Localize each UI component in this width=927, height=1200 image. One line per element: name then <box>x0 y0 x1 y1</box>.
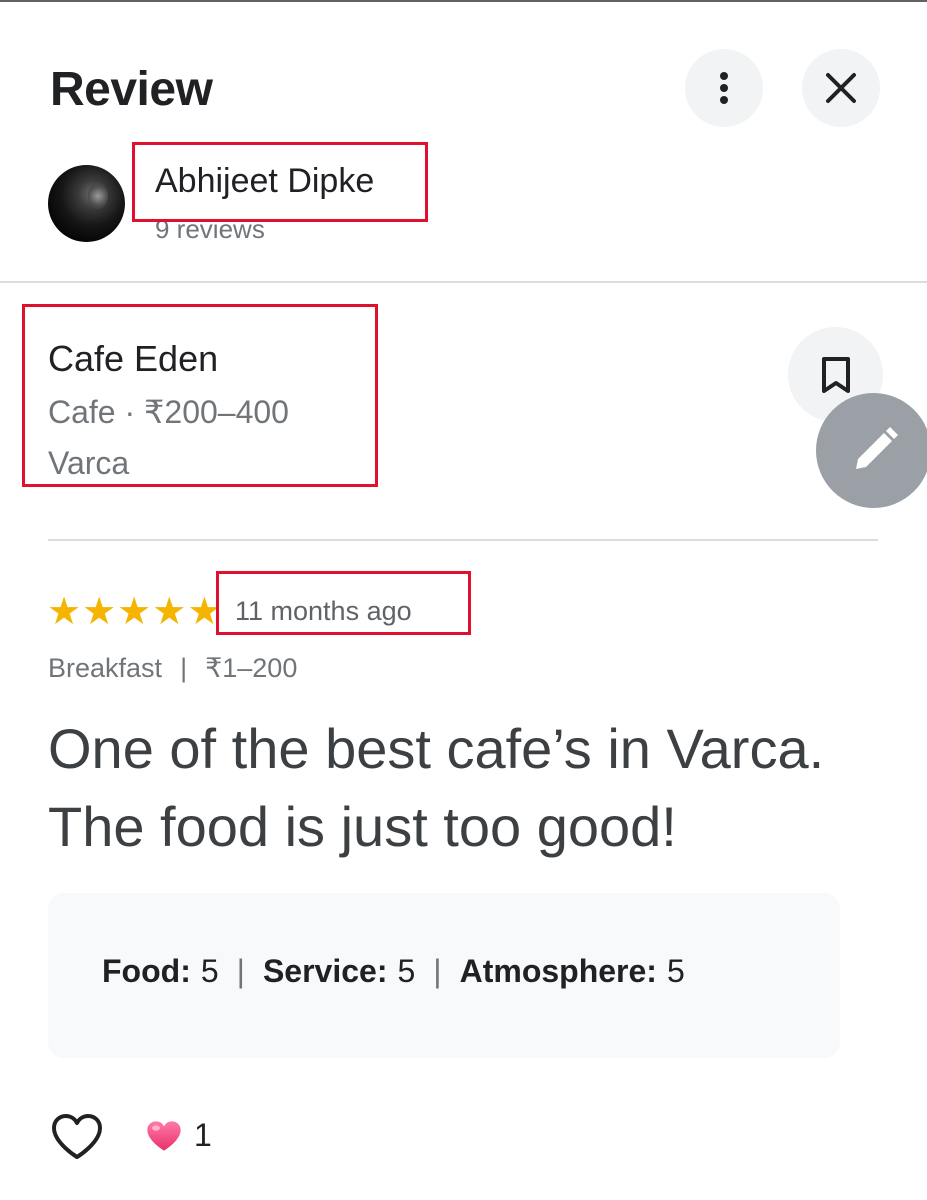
meal-type: Breakfast <box>48 653 163 683</box>
star-icon: ★ <box>152 591 187 633</box>
ratings-row: Food: 5 | Service: 5 | Atmosphere: 5 <box>102 953 685 990</box>
rating-separator: | <box>236 953 245 989</box>
place-location: Varca <box>48 445 130 481</box>
rating-separator: | <box>433 953 442 989</box>
star-icon: ★ <box>187 591 222 633</box>
star-icon: ★ <box>117 591 152 633</box>
rating-label-food: Food: <box>102 953 191 989</box>
heart-outline-icon[interactable] <box>50 1113 104 1161</box>
review-text: One of the best cafe’s in Varca. The foo… <box>48 717 825 858</box>
reaction-summary[interactable]: 1 <box>146 1117 212 1154</box>
section-divider <box>0 281 927 283</box>
avatar-photo-detail <box>88 183 108 209</box>
rating-value-food: 5 <box>200 953 219 989</box>
rating-label-atmosphere: Atmosphere: <box>459 953 657 989</box>
rating-value-service: 5 <box>397 953 416 989</box>
avatar[interactable] <box>48 165 125 242</box>
page-title: Review <box>50 63 213 116</box>
close-icon <box>826 73 856 103</box>
more-options-button[interactable] <box>685 49 763 127</box>
star-rating: ★ ★ ★ ★ ★ <box>47 590 221 634</box>
star-icon: ★ <box>47 591 82 633</box>
pink-heart-icon <box>147 1120 181 1151</box>
review-meta: Breakfast | ₹1–200 <box>48 653 297 684</box>
pencil-icon <box>855 426 898 469</box>
content-divider <box>48 539 878 541</box>
review-time: 11 months ago <box>235 596 412 626</box>
review-page: Review Abhijeet Dipke 9 reviews Cafe Ede… <box>0 0 927 1200</box>
price-per-person: ₹1–200 <box>205 653 298 683</box>
ratings-card: Food: 5 | Service: 5 | Atmosphere: 5 <box>48 893 840 1058</box>
more-vert-icon <box>720 72 728 104</box>
reaction-count: 1 <box>194 1117 212 1153</box>
author-name[interactable]: Abhijeet Dipke <box>155 162 374 201</box>
meta-separator: | <box>180 653 188 683</box>
top-divider <box>0 0 927 2</box>
rating-value-atmosphere: 5 <box>666 953 685 989</box>
place-category-price: Cafe · ₹200–400 <box>48 394 289 430</box>
place-name[interactable]: Cafe Eden <box>48 338 218 380</box>
close-button[interactable] <box>802 49 880 127</box>
author-review-count: 9 reviews <box>155 214 265 244</box>
edit-review-button[interactable] <box>816 393 927 508</box>
rating-label-service: Service: <box>262 953 388 989</box>
star-icon: ★ <box>82 591 117 633</box>
bookmark-icon <box>821 356 850 393</box>
